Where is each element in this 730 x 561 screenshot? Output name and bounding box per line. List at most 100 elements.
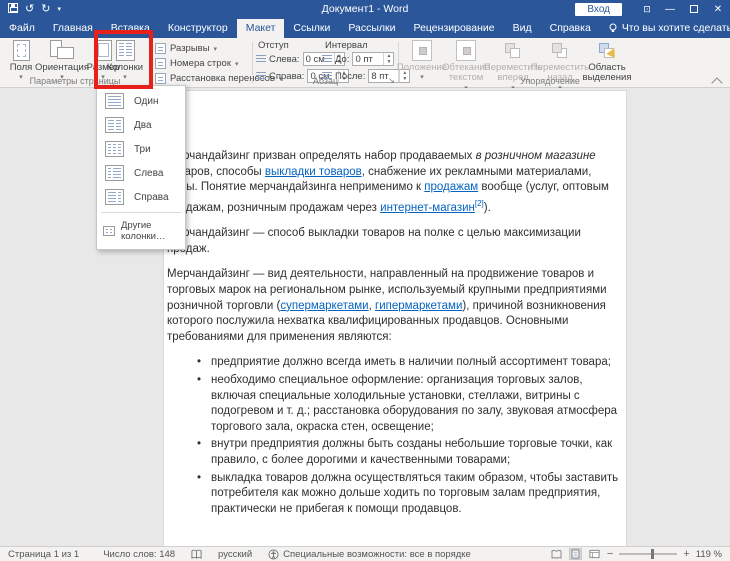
group-label-paragraph: Абзац	[312, 76, 339, 86]
maximize-button[interactable]	[682, 0, 706, 18]
quick-access-toolbar: ↺ ↻ ▾	[0, 2, 61, 16]
zoom-out-button[interactable]: −	[607, 548, 613, 560]
zoom-level[interactable]: 119 %	[696, 549, 722, 560]
bring-forward-icon	[503, 40, 523, 61]
accessibility-status[interactable]: Специальные возможности: все в порядке	[260, 549, 479, 560]
redo-button[interactable]: ↻	[41, 3, 50, 15]
list-item: предприятие должно всегда иметь в наличи…	[197, 355, 623, 371]
document-content: Мерчандайзинг призван определять набор п…	[167, 149, 623, 519]
proofing-book-icon	[191, 549, 202, 559]
columns-icon	[115, 40, 135, 61]
orientation-label: Ориентация	[35, 62, 89, 73]
group-page-setup: Поля ▾ Ориентация ▾ Размер ▾ Колонки ▾ Р…	[0, 38, 282, 87]
tab-design[interactable]: Конструктор	[159, 19, 237, 38]
line-numbers-icon	[155, 58, 166, 69]
customize-quick-access-button[interactable]: ▾	[57, 6, 61, 13]
line-numbers-label: Номера строк	[170, 58, 231, 69]
collapse-ribbon-button[interactable]	[712, 75, 722, 83]
zoom-in-button[interactable]: +	[683, 548, 689, 560]
menu-item-label: Один	[134, 95, 159, 107]
menu-item-left-column[interactable]: Слева	[97, 161, 185, 185]
zoom-slider[interactable]	[619, 549, 678, 559]
list-item: необходимо специальное оформление: орган…	[197, 373, 623, 435]
spacing-before-down[interactable]: ▼	[384, 59, 393, 65]
tab-review[interactable]: Рецензирование	[405, 19, 504, 38]
menu-item-label: Три	[134, 143, 151, 155]
tab-view[interactable]: Вид	[504, 19, 541, 38]
language-indicator[interactable]: русский	[210, 549, 260, 560]
group-arrange: Положение ▾ Обтекание текстом ▾ Перемест…	[397, 38, 650, 92]
tab-mailings[interactable]: Рассылки	[339, 19, 404, 38]
paragraph-dialog-launcher[interactable]: ↘	[388, 76, 395, 85]
tell-me-label: Что вы хотите сделать?	[621, 22, 730, 34]
three-columns-icon	[105, 141, 124, 157]
proofing-status[interactable]	[183, 549, 210, 560]
document-page[interactable]: Мерчандайзинг призван определять набор п…	[163, 90, 627, 546]
menu-item-two-columns[interactable]: Два	[97, 113, 185, 137]
undo-button[interactable]: ↺	[25, 3, 34, 15]
page-indicator[interactable]: Страница 1 из 1	[0, 549, 87, 560]
hyperlink[interactable]: гипермаркетами	[375, 300, 462, 312]
hyperlink[interactable]: интернет-магазин	[380, 202, 475, 214]
ribbon-separator	[252, 42, 253, 83]
breaks-label: Разрывы	[170, 43, 210, 54]
web-layout-icon	[589, 549, 600, 559]
text-segment: ).	[483, 201, 491, 214]
group-label-arrange: Упорядочение	[520, 76, 580, 86]
view-print-layout-button[interactable]	[568, 548, 582, 560]
text-segment: Мерчандайзинг призван определять набор п…	[167, 150, 476, 162]
columns-menu: Один Два Три Слева Справа Другие колонки…	[96, 85, 186, 250]
list-item: выкладка товаров должна осуществляться т…	[197, 471, 623, 518]
text-segment: Мерчандайзинг — способ выкладки товаров …	[167, 227, 581, 255]
menu-item-one-column[interactable]: Один	[97, 89, 185, 113]
breaks-icon	[155, 43, 166, 54]
spacing-before-icon	[322, 54, 332, 64]
position-button: Положение ▾	[397, 40, 447, 82]
left-column-icon	[105, 165, 124, 181]
minimize-button[interactable]: —	[658, 0, 682, 18]
hyperlink[interactable]: супермаркетами	[280, 300, 368, 312]
save-button[interactable]	[8, 2, 18, 16]
signin-button[interactable]: Вход	[575, 2, 622, 16]
orientation-icon	[50, 40, 74, 61]
menu-item-more-columns[interactable]: Другие колонки…	[97, 216, 185, 246]
ribbon-display-options-button[interactable]: ⊡	[636, 4, 658, 15]
view-read-mode-button[interactable]	[550, 548, 563, 560]
margins-label: Поля	[9, 62, 33, 73]
close-button[interactable]: ✕	[706, 0, 730, 18]
spacing-before-input[interactable]	[353, 53, 384, 65]
spacing-before-field[interactable]: ▲▼	[352, 52, 395, 66]
hyperlink[interactable]: выкладки товаров	[265, 166, 362, 178]
ribbon-tab-row: Файл Главная Вставка Конструктор Макет С…	[0, 18, 730, 38]
text-segment: в розничном магазине	[475, 150, 596, 162]
send-backward-icon	[550, 40, 570, 61]
zoom-slider-thumb[interactable]	[651, 549, 655, 559]
tab-references[interactable]: Ссылки	[284, 19, 339, 38]
columns-button[interactable]: Колонки ▾	[103, 40, 147, 82]
menu-item-three-columns[interactable]: Три	[97, 137, 185, 161]
hyperlink[interactable]: продажам	[424, 181, 478, 193]
view-web-layout-button[interactable]	[588, 548, 601, 560]
print-layout-icon	[571, 549, 580, 559]
indent-left-icon	[256, 54, 266, 64]
tab-help[interactable]: Справка	[541, 19, 600, 38]
tab-home[interactable]: Главная	[44, 19, 102, 38]
paragraph: Мерчандайзинг — вид деятельности, направ…	[167, 267, 623, 345]
menu-item-label: Слева	[134, 167, 164, 179]
right-column-icon	[105, 189, 124, 205]
menu-item-right-column[interactable]: Справа	[97, 185, 185, 209]
tab-layout[interactable]: Макет	[236, 19, 285, 38]
menu-item-label: Два	[134, 119, 152, 131]
word-count[interactable]: Число слов: 148	[95, 549, 183, 560]
tell-me-box[interactable]: Что вы хотите сделать?	[600, 22, 730, 38]
spacing-before-label: До:	[335, 53, 350, 65]
line-numbers-caret-icon: ▾	[235, 60, 239, 68]
tab-insert[interactable]: Вставка	[102, 19, 159, 38]
title-bar: ↺ ↻ ▾ Документ1 - Word Вход ⊡ — ✕	[0, 0, 730, 18]
tab-file[interactable]: Файл	[0, 19, 44, 38]
breaks-caret-icon: ▾	[213, 45, 218, 53]
position-caret-icon: ▾	[420, 74, 424, 82]
more-columns-icon	[103, 226, 115, 236]
indent-left-label: Слева:	[269, 53, 300, 65]
hyperlink[interactable]: [2]	[475, 199, 484, 208]
